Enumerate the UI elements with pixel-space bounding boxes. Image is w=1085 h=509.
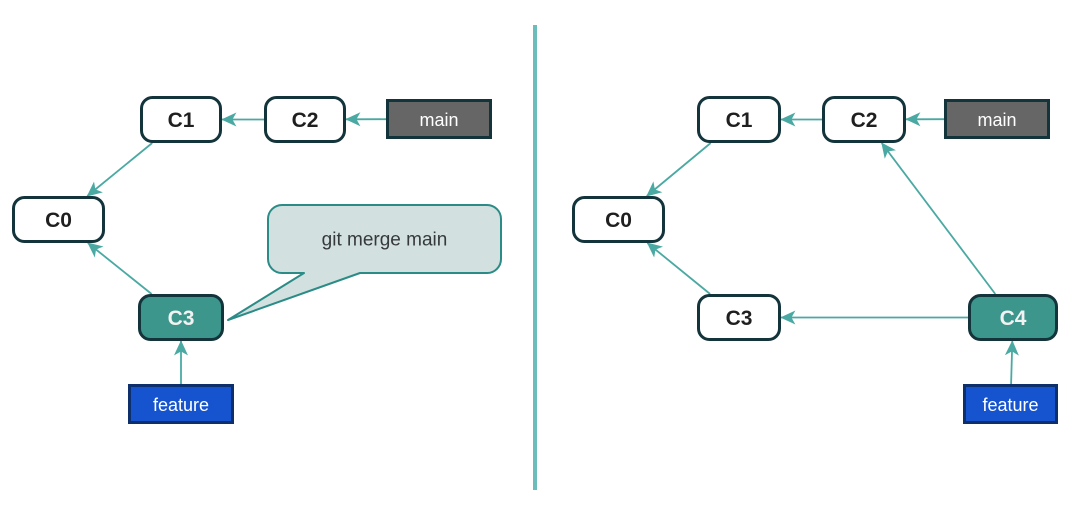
branch-label-feature[interactable]: feature xyxy=(128,384,234,424)
branch-label-main[interactable]: main xyxy=(944,99,1050,139)
commit-node-c4-text: C4 xyxy=(1000,307,1027,330)
commit-node-c1-text: C1 xyxy=(726,109,753,132)
commit-node-c0[interactable]: C0 xyxy=(572,196,665,243)
callout-label: git merge main xyxy=(322,230,448,251)
commit-node-c2-text: C2 xyxy=(851,109,878,132)
callout-layer: git merge main xyxy=(227,204,502,321)
commit-node-c2-text: C2 xyxy=(292,109,319,132)
edge-c3-to-c0 xyxy=(646,242,711,295)
branch-label-main-text: main xyxy=(977,110,1016,130)
branch-label-main[interactable]: main xyxy=(386,99,492,139)
edge-feature-to-c4 xyxy=(1004,340,1019,385)
edge-layer xyxy=(86,112,1019,385)
diagram-canvas: git merge main C0 C1 C2 C3 main feature C0 C1 C2… xyxy=(0,0,1085,509)
branch-label-feature-text: feature xyxy=(153,395,209,415)
commit-node-c0-text: C0 xyxy=(605,209,632,232)
commit-node-c3[interactable]: C3 xyxy=(697,294,781,341)
branch-label-feature-text: feature xyxy=(982,395,1038,415)
git-merge-callout: git merge main xyxy=(227,204,502,321)
branch-label-main-text: main xyxy=(419,110,458,130)
edge-c3-to-c0 xyxy=(87,242,153,295)
commit-node-c1[interactable]: C1 xyxy=(697,96,781,143)
commit-node-c3-text: C3 xyxy=(168,307,195,330)
commit-node-c1[interactable]: C1 xyxy=(140,96,222,143)
commit-node-c0-text: C0 xyxy=(45,209,72,232)
branch-label-feature[interactable]: feature xyxy=(963,384,1058,424)
git-branching-diagram: git merge main C0 C1 C2 C3 main feature C0 C1 C2… xyxy=(12,25,1058,490)
commit-node-c0[interactable]: C0 xyxy=(12,196,105,243)
edge-c1-to-c0 xyxy=(646,142,712,197)
edge-c4-to-c2 xyxy=(880,142,997,295)
commit-node-c4[interactable]: C4 xyxy=(968,294,1058,341)
commit-node-c2[interactable]: C2 xyxy=(822,96,906,143)
edge-c1-to-c0 xyxy=(86,142,153,197)
commit-node-c1-text: C1 xyxy=(168,109,195,132)
commit-node-c3-text: C3 xyxy=(726,307,753,330)
commit-node-c2[interactable]: C2 xyxy=(264,96,346,143)
commit-node-c3[interactable]: C3 xyxy=(138,294,224,341)
callout-bubble-shape xyxy=(227,204,502,321)
